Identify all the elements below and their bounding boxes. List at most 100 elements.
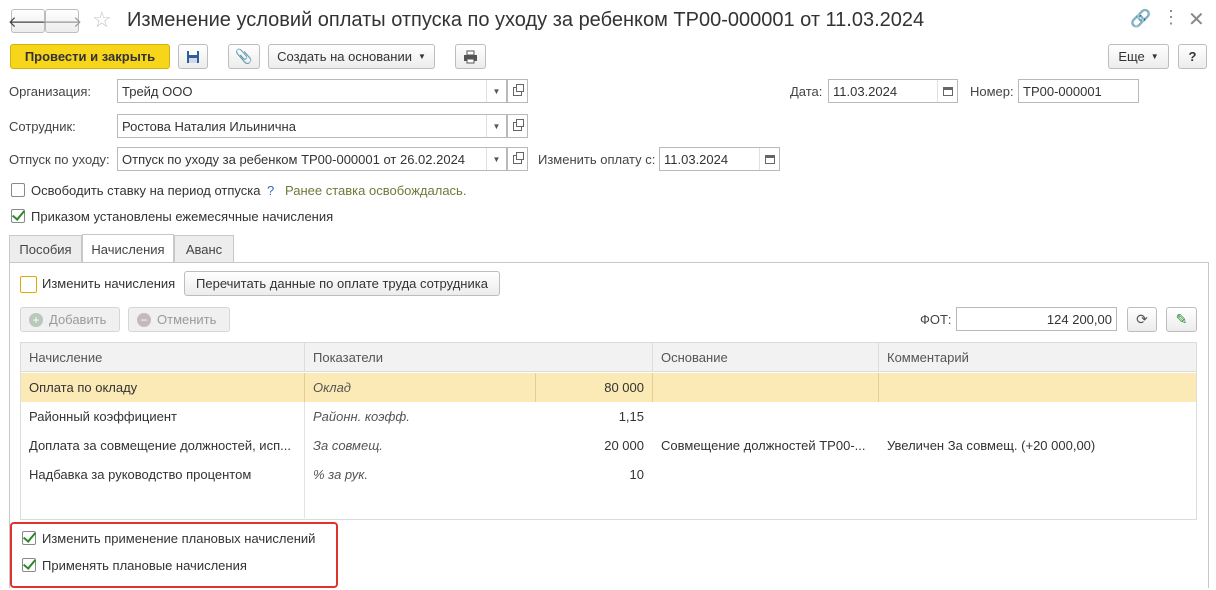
cancel-button[interactable]: − Отменить [128, 307, 230, 332]
edit-button[interactable]: ✎ [1166, 307, 1197, 332]
minus-icon: − [137, 312, 151, 327]
dropdown-icon[interactable]: ▼ [486, 148, 506, 170]
row-divider [878, 373, 879, 402]
free-rate-note: Ранее ставка освобождалась. [285, 183, 467, 198]
open-employee-button[interactable] [507, 114, 528, 138]
attach-button[interactable]: 📎 [228, 44, 260, 69]
print-button[interactable] [455, 44, 486, 69]
more-actions-label: Еще [1118, 49, 1145, 64]
date-value: 11.03.2024 [833, 83, 898, 99]
open-icon [513, 118, 524, 131]
date-label: Дата: [790, 84, 823, 99]
row-indicator: % за рук. [313, 467, 368, 482]
monthly-accruals-checkbox[interactable] [11, 209, 25, 223]
column-header-comment[interactable]: Комментарий [879, 343, 1196, 372]
date-field[interactable]: 11.03.2024 [828, 79, 958, 103]
change-accruals-checkbox[interactable] [20, 276, 37, 293]
row-value: 10 [629, 467, 644, 482]
row-divider [304, 373, 305, 402]
tab-advance[interactable]: Аванс [174, 235, 234, 262]
organization-value: Трейд ООО [122, 83, 193, 99]
dropdown-icon[interactable]: ▼ [486, 115, 506, 137]
change-pay-value: 11.03.2024 [664, 151, 729, 167]
column-header-basis[interactable]: Основание [653, 343, 879, 372]
organization-field[interactable]: Трейд ООО ▼ [117, 79, 507, 103]
change-planned-label: Изменить применение плановых начислений [42, 531, 316, 546]
pencil-icon: ✎ [1175, 311, 1188, 327]
row-basis: Совмещение должностей ТР00-... [661, 438, 866, 453]
leave-field[interactable]: Отпуск по уходу за ребенком ТР00-000001 … [117, 147, 507, 171]
save-icon [187, 50, 199, 63]
employee-field[interactable]: Ростова Наталия Ильинична ▼ [117, 114, 507, 138]
change-planned-checkbox[interactable] [22, 531, 36, 545]
printer-icon [464, 50, 477, 63]
number-field[interactable]: ТР00-000001 [1018, 79, 1139, 103]
row-accrual: Оплата по окладу [29, 380, 138, 395]
apply-planned-checkbox[interactable] [22, 558, 36, 572]
leave-value: Отпуск по уходу за ребенком ТР00-000001 … [122, 151, 466, 167]
row-value: 20 000 [604, 438, 644, 453]
fot-value: 124 200,00 [1046, 311, 1112, 327]
open-organization-button[interactable] [507, 79, 528, 103]
free-rate-label: Освободить ставку на период отпуска [31, 183, 261, 198]
forward-button[interactable]: 🡒 [41, 9, 83, 33]
change-pay-field[interactable]: 11.03.2024 [659, 147, 780, 171]
help-label: ? [1188, 49, 1197, 64]
row-divider [652, 373, 653, 402]
tab-benefits-label: Пособия [19, 241, 72, 257]
monthly-accruals-label: Приказом установлены ежемесячные начисле… [31, 209, 334, 224]
organization-label: Организация: [9, 84, 92, 99]
apply-planned-label: Применять плановые начисления [42, 558, 247, 573]
back-button[interactable]: 🡐 [8, 9, 48, 33]
row-value: 1,15 [618, 409, 644, 424]
row-accrual: Надбавка за руководство процентом [29, 467, 252, 482]
close-icon[interactable]: ✕ [1188, 7, 1205, 32]
employee-label: Сотрудник: [9, 119, 76, 134]
post-and-close-label: Провести и закрыть [24, 49, 156, 64]
paperclip-icon: 📎 [235, 48, 253, 64]
row-accrual: Районный коэффициент [29, 409, 177, 424]
save-button[interactable] [178, 44, 208, 69]
fot-label: ФОТ: [920, 312, 952, 327]
create-based-on-button[interactable]: Создать на основании ▼ [268, 44, 435, 69]
add-button[interactable]: + Добавить [20, 307, 120, 332]
leave-label: Отпуск по уходу: [9, 152, 110, 167]
more-actions-button[interactable]: Еще ▼ [1108, 44, 1169, 69]
reread-pay-data-button[interactable]: Перечитать данные по оплате труда сотруд… [184, 271, 500, 296]
row-indicator: Оклад [313, 380, 351, 395]
column-header-indicators[interactable]: Показатели [305, 343, 653, 372]
tab-benefits[interactable]: Пособия [9, 235, 82, 262]
post-and-close-button[interactable]: Провести и закрыть [10, 44, 170, 69]
dropdown-icon[interactable]: ▼ [486, 80, 506, 102]
tab-accruals[interactable]: Начисления [82, 234, 174, 263]
row-comment: Увеличен За совмещ. (+20 000,00) [887, 438, 1096, 453]
help-mark-icon[interactable]: ? [267, 183, 274, 198]
row-value: 80 000 [604, 380, 644, 395]
add-label: Добавить [49, 312, 107, 327]
favorite-star-icon[interactable]: ☆ [92, 7, 112, 33]
tab-advance-label: Аванс [185, 241, 223, 257]
number-label: Номер: [970, 84, 1014, 99]
column-header-accrual[interactable]: Начисление [21, 343, 305, 372]
chevron-down-icon: ▼ [417, 52, 426, 61]
fot-field[interactable]: 124 200,00 [956, 307, 1117, 331]
row-indicator: За совмещ. [313, 438, 383, 453]
number-value: ТР00-000001 [1023, 83, 1102, 99]
open-icon [513, 83, 524, 96]
create-based-on-label: Создать на основании [277, 49, 412, 64]
cancel-label: Отменить [157, 312, 217, 327]
more-icon[interactable]: ⋮ [1162, 7, 1180, 28]
chevron-down-icon: ▼ [1150, 52, 1159, 61]
calendar-icon[interactable] [759, 148, 779, 170]
open-icon [513, 151, 524, 164]
open-leave-button[interactable] [507, 147, 528, 171]
change-accruals-label: Изменить начисления [42, 276, 176, 291]
help-button[interactable]: ? [1178, 44, 1207, 69]
link-icon[interactable]: 🔗 [1130, 9, 1151, 29]
calendar-icon[interactable] [937, 80, 957, 102]
employee-value: Ростова Наталия Ильинична [122, 118, 296, 134]
tab-accruals-label: Начисления [91, 241, 165, 257]
free-rate-checkbox[interactable] [11, 183, 25, 197]
refresh-button[interactable]: ⟳ [1127, 307, 1157, 332]
arrow-right-icon: 🡒 [41, 13, 83, 31]
